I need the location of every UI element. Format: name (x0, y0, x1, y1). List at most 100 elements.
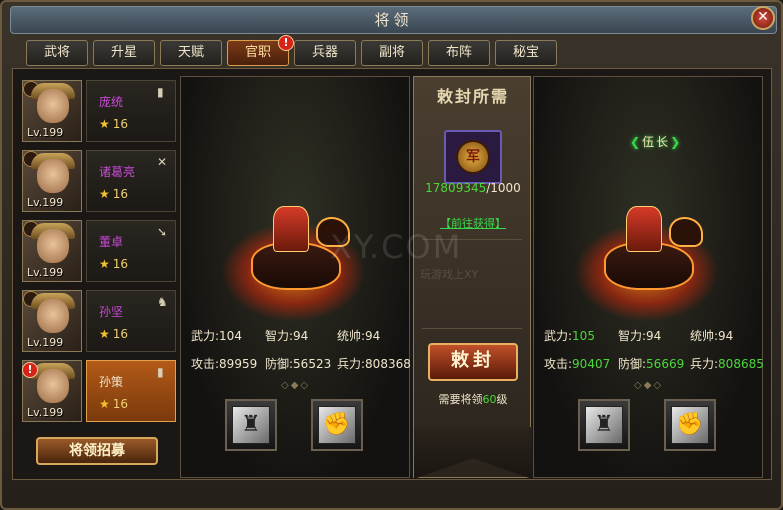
general-portrait: Lv.199 (22, 220, 82, 282)
require-prefix: 需要将领 (438, 393, 483, 406)
general-name: 诸葛亮 (99, 165, 136, 179)
alert-icon: ! (278, 35, 294, 51)
stat-value: 94 (365, 329, 381, 343)
stat-bingli: 兵力:808685 (690, 355, 764, 372)
general-name: 孙坚 (99, 305, 124, 319)
stat-value: 56669 (646, 357, 685, 371)
wing-icon: ❮ (630, 135, 643, 149)
crossed-swords-icon: ✕ (157, 155, 168, 169)
star-icon: ★ (99, 257, 110, 271)
stat-value: 808685 (718, 357, 764, 371)
star-icon: ★ (99, 187, 110, 201)
window-footer (12, 482, 772, 504)
stat-label: 统帅: (690, 329, 719, 343)
stat-value: 94 (646, 329, 662, 343)
stat-value: 56523 (293, 357, 332, 371)
watermark: XY.COM (330, 228, 463, 266)
general-portrait: Lv.199 (22, 290, 82, 352)
stat-value: 89959 (219, 357, 258, 371)
tab-label: 天赋 (177, 45, 204, 60)
face-shape (37, 89, 69, 123)
stat-label: 攻击: (544, 357, 573, 371)
general-info: 孙坚 ♞ ★ 16 (86, 290, 176, 352)
general-item[interactable]: Lv.199 孙坚 ♞ ★ 16 (20, 288, 178, 354)
skill-slot[interactable]: ♜ (225, 399, 277, 451)
tab-label: 秘宝 (512, 45, 539, 60)
general-level: Lv.199 (27, 266, 64, 279)
skill-warrior-icon: ♜ (585, 406, 623, 444)
stat-label: 智力: (618, 329, 647, 343)
watermark-sub: 玩游戏上XY (420, 268, 479, 281)
tab-shengxing[interactable]: 升星 (93, 40, 155, 66)
skill-strength-icon: ✊ (671, 406, 709, 444)
tab-fujiang[interactable]: 副将 (361, 40, 423, 66)
stat-gongji: 攻击:89959 (191, 355, 257, 372)
stat-tongshuai: 统帅:94 (337, 327, 380, 344)
tab-mibao[interactable]: 秘宝 (495, 40, 557, 66)
general-info: 董卓 ➘ ★ 16 (86, 220, 176, 282)
star-count: 16 (112, 257, 129, 271)
tab-label: 武将 (43, 45, 70, 60)
tab-wujiang[interactable]: 武将 (26, 40, 88, 66)
tab-bar: 武将 升星 天赋 官职 ! 兵器 副将 布阵 秘宝 (26, 35, 557, 68)
stat-value: 94 (718, 329, 734, 343)
face-shape (37, 369, 69, 403)
general-stars: ★ 16 (99, 187, 128, 201)
star-icon: ★ (99, 397, 110, 411)
alert-icon: ! (22, 362, 38, 378)
stat-wuli: 武力:104 (191, 327, 242, 344)
stat-value: 94 (293, 329, 309, 343)
star-count: 16 (112, 117, 129, 131)
skill-slot[interactable]: ✊ (311, 399, 363, 451)
general-stars: ★ 16 (99, 327, 128, 341)
stat-label: 兵力: (690, 357, 719, 371)
general-stars: ★ 16 (99, 397, 128, 411)
rider-figure (626, 206, 662, 252)
star-icon: ★ (99, 327, 110, 341)
token-slot[interactable]: 军 (444, 130, 502, 184)
recruit-button[interactable]: 将领招募 (36, 437, 158, 465)
general-portrait: Lv.199 (22, 80, 82, 142)
stat-tongshuai: 统帅:94 (690, 327, 733, 344)
mount-figure (574, 202, 719, 322)
tab-label: 兵器 (311, 45, 338, 60)
shield-icon: ▮ (157, 365, 164, 379)
stat-label: 防御: (618, 357, 647, 371)
stat-label: 统帅: (337, 329, 366, 343)
stat-gongji: 攻击:90407 (544, 355, 610, 372)
stats-next: 武力:105 智力:94 统帅:94 攻击:90407 防御:56669 兵力:… (544, 327, 764, 383)
general-item[interactable]: Lv.199 庞统 ▮ ★ 16 (20, 78, 178, 144)
confer-button[interactable]: 敕封 (428, 343, 518, 381)
tab-tianfu[interactable]: 天赋 (160, 40, 222, 66)
general-stars: ★ 16 (99, 257, 128, 271)
close-icon[interactable]: ✕ (751, 6, 775, 30)
tab-label: 官职 (244, 45, 271, 60)
tab-guanzhi[interactable]: 官职 ! (227, 35, 294, 66)
star-count: 16 (112, 327, 129, 341)
rider-figure (273, 206, 309, 252)
spear-icon: ➘ (157, 225, 168, 239)
tab-bingqi[interactable]: 兵器 (294, 40, 356, 66)
wing-icon: ❯ (670, 135, 683, 149)
tab-buzhen[interactable]: 布阵 (428, 40, 490, 66)
general-info: 诸葛亮 ✕ ★ 16 (86, 150, 176, 212)
tab-label: 升星 (110, 45, 137, 60)
stats-row: 武力:104 智力:94 统帅:94 (191, 327, 406, 355)
general-name: 庞统 (99, 95, 124, 109)
tab-label: 布阵 (445, 45, 472, 60)
stat-value: 90407 (572, 357, 611, 371)
token-count: 17809345/1000 (414, 181, 532, 195)
face-shape (37, 229, 69, 263)
skill-slot[interactable]: ✊ (664, 399, 716, 451)
general-item[interactable]: Lv.199 诸葛亮 ✕ ★ 16 (20, 148, 178, 214)
stat-fangyu: 防御:56669 (618, 355, 684, 372)
next-rank-panel: ❮伍长❯ 武力:105 智力:94 统帅:94 攻击:90407 防御:5666… (533, 76, 764, 478)
general-item-selected[interactable]: ! Lv.199 孙策 ▮ ★ 16 (20, 358, 178, 424)
general-item[interactable]: Lv.199 董卓 ➘ ★ 16 (20, 218, 178, 284)
skill-strength-icon: ✊ (318, 406, 356, 444)
stat-label: 武力: (544, 329, 573, 343)
require-level: 60 (482, 393, 497, 406)
general-name: 孙策 (99, 375, 124, 389)
general-level: Lv.199 (27, 126, 64, 139)
skill-slot[interactable]: ♜ (578, 399, 630, 451)
